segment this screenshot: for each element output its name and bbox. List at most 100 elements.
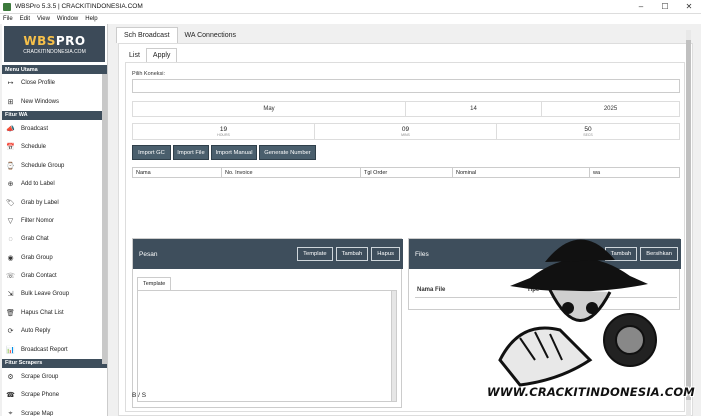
import-gc-button[interactable]: Import GC [132,145,171,160]
sidebar-item-filter-nomor[interactable]: ▽ Filter Nomor [2,212,107,230]
time-hours-value: 19 [219,126,228,133]
connection-select[interactable] [132,79,680,93]
date-day[interactable]: 14 [405,101,542,117]
grid-col-nama[interactable]: Nama [133,168,222,177]
grid-col-wa[interactable]: wa [590,168,679,177]
sidebar-item-auto-reply[interactable]: ⟳ Auto Reply [2,322,107,340]
tab-wa-connections[interactable]: WA Connections [178,27,244,43]
sidebar-item-new-windows[interactable]: ⊞ New Windows [2,92,107,110]
time-mins[interactable]: 09 MINS [314,123,497,140]
sidebar-item-label: Add to Label [21,181,55,188]
menu-help[interactable]: Help [85,16,97,22]
title-bar: WBSPro 5.3.5 | CRACKITINDONESIA.COM – ☐ … [0,0,701,14]
close-button[interactable]: ✕ [677,0,701,14]
sub-tabs: List Apply [123,48,178,62]
sidebar: WBSPRO CRACKITINDONESIA.COM Menu Utama ↦… [2,24,108,416]
main-tabs: Sch Broadcast WA Connections [116,27,243,43]
time-hours-label: HOURS [217,133,230,137]
watermark-text: WWW.CRACKITINDONESIA.COM [487,385,695,399]
tambah-pesan-button[interactable]: Tambah [335,247,369,261]
message-scrollbar[interactable] [391,291,396,401]
add-to-label-icon: ⊕ [7,181,14,189]
sidebar-item-broadcast[interactable]: 📣 Broadcast [2,120,107,138]
tab-sch-broadcast[interactable]: Sch Broadcast [116,27,178,43]
app-icon [3,2,11,11]
hapus-button[interactable]: Hapus [371,247,400,261]
grid-col-invoice[interactable]: No. Invoice [222,168,361,177]
sidebar-item-label: Schedule Group [21,162,65,169]
main-scrollbar[interactable] [686,30,691,416]
auto-reply-icon: ⟳ [7,328,14,336]
tab-template[interactable]: Template [137,277,172,290]
hapus-chat-list-icon: 🗑 [6,309,15,317]
minimize-button[interactable]: – [629,0,653,14]
sidebar-item-close-profile[interactable]: ↦ Close Profile [2,74,107,92]
time-secs[interactable]: 50 SECS [496,123,680,140]
sidebar-item-label: Grab Chat [21,236,49,243]
sidebar-item-grab-contact[interactable]: ☏ Grab Contact [2,267,107,285]
logo-subtitle: CRACKITINDONESIA.COM [23,48,86,55]
sidebar-scrollbar[interactable] [102,74,107,364]
menu-bar: File Edit View Window Help [0,14,701,24]
menu-window[interactable]: Window [57,16,78,22]
time-secs-label: SECS [583,133,593,137]
format-toolbar[interactable]: B / S [132,392,146,399]
section-fitur-scrapers: Fitur Scrapers [2,358,107,368]
grab-chat-icon: ◌ [8,235,13,243]
date-year[interactable]: 2025 [541,101,680,117]
main-scroll-thumb[interactable] [686,40,691,400]
menu-edit[interactable]: Edit [20,16,30,22]
grid-col-nominal[interactable]: Nominal [453,168,590,177]
sidebar-item-label: New Windows [21,98,60,105]
section-fitur-wa: Fitur WA [2,110,107,120]
hacker-watermark-image [498,239,657,387]
logo-text-b: PRO [55,33,86,48]
import-file-button[interactable]: Import File [173,145,209,160]
scrape-group-icon: ⚙ [7,374,14,382]
grab-contact-icon: ☏ [6,273,15,281]
import-manual-button[interactable]: Import Manual [211,145,257,160]
sidebar-item-grab-group[interactable]: ◉ Grab Group [2,249,107,267]
menu-file[interactable]: File [3,16,13,22]
tab-apply[interactable]: Apply [145,48,178,62]
generate-number-button[interactable]: Generate Number [259,145,316,160]
sidebar-item-schedule[interactable]: 📅 Schedule [2,138,107,156]
sidebar-item-grab-by-label[interactable]: 🏷 Grab by Label [2,193,107,211]
maximize-button[interactable]: ☐ [653,0,677,14]
scrape-phone-icon: ☎ [6,392,15,400]
sidebar-item-label: Schedule [21,144,47,151]
scrape-map-icon: ⌖ [8,409,13,416]
broadcast-icon: 📣 [6,125,15,133]
sidebar-item-broadcast-report[interactable]: 📊 Broadcast Report [2,340,107,358]
sidebar-item-label: Broadcast Report [21,346,68,353]
sidebar-item-scrape-phone[interactable]: ☎ Scrape Phone [2,386,107,404]
sidebar-item-bulk-leave-group[interactable]: ⇲ Bulk Leave Group [2,285,107,303]
sidebar-item-label: Hapus Chat List [21,309,64,316]
template-button[interactable]: Template [297,247,333,261]
sidebar-item-label: Grab Contact [21,273,57,280]
sidebar-item-label: Scrape Phone [21,392,60,399]
sidebar-item-add-to-label[interactable]: ⊕ Add to Label [2,175,107,193]
pesan-header: Pesan Template Tambah Hapus [133,239,403,269]
message-textarea[interactable] [137,290,397,402]
sidebar-item-schedule-group[interactable]: ⌚ Schedule Group [2,157,107,175]
sidebar-item-scrape-group[interactable]: ⚙ Scrape Group [2,368,107,386]
schedule-group-icon: ⌚ [6,162,15,170]
sidebar-item-hapus-chat-list[interactable]: 🗑 Hapus Chat List [2,304,107,322]
grab-by-label-icon: 🏷 [6,199,15,207]
menu-view[interactable]: View [37,16,50,22]
sidebar-item-label: Filter Nomor [21,217,55,224]
app-logo: WBSPRO CRACKITINDONESIA.COM [4,26,105,62]
sidebar-item-label: Bulk Leave Group [21,291,70,298]
sidebar-item-grab-chat[interactable]: ◌ Grab Chat [2,230,107,248]
sidebar-item-scrape-map[interactable]: ⌖ Scrape Map [2,405,107,416]
time-hours[interactable]: 19 HOURS [132,123,315,140]
pilih-koneksi-label: Pilih Koneksi: [132,71,166,77]
grab-group-icon: ◉ [7,254,14,262]
sidebar-item-label: Scrape Map [21,410,54,416]
bulk-leave-group-icon: ⇲ [7,291,14,299]
time-secs-value: 50 [584,126,592,133]
tab-list[interactable]: List [123,48,146,62]
date-month[interactable]: May [132,101,406,117]
grid-col-tgl-order[interactable]: Tgl Order [361,168,453,177]
